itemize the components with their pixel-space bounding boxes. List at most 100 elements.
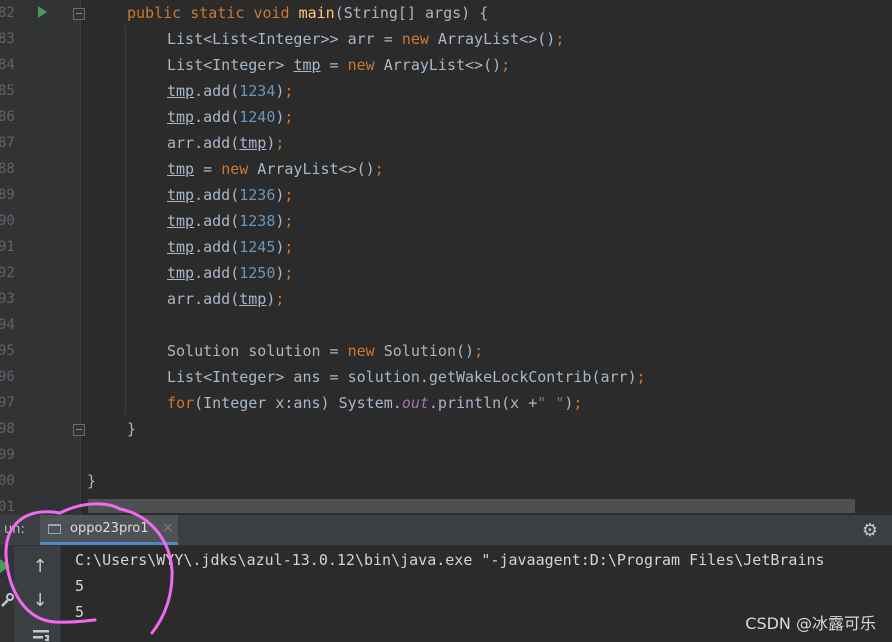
console-icon: [48, 524, 61, 534]
line-number: 98: [0, 421, 15, 437]
line-number: 85: [0, 83, 15, 99]
semicolon: ;: [636, 368, 646, 386]
code-text: List<Integer>: [167, 56, 294, 74]
code-line[interactable]: tmp.add(1234);: [167, 78, 293, 104]
keyword: public: [127, 4, 182, 22]
code-text: =: [194, 160, 222, 178]
fold-icon[interactable]: [73, 8, 85, 20]
run-config-tab[interactable]: oppo23pro1 ×: [40, 515, 178, 545]
code-text: Solution(): [374, 342, 475, 360]
gear-icon[interactable]: ⚙: [862, 520, 878, 541]
line-number: 87: [0, 135, 15, 151]
semicolon: ;: [275, 134, 285, 152]
line-number: 83: [0, 31, 15, 47]
code-line[interactable]: Solution solution = new Solution();: [167, 338, 483, 364]
code-line[interactable]: tmp = new ArrayList<>();: [167, 156, 384, 182]
code-text: ArrayList<>(): [374, 56, 502, 74]
code-text: List<List<Integer>> arr =: [167, 30, 402, 48]
number-literal: 1238: [239, 212, 276, 230]
code-line[interactable]: }: [127, 416, 136, 442]
semicolon: ;: [284, 212, 294, 230]
string-literal: " ": [537, 394, 565, 412]
run-main-icon[interactable]: [38, 6, 47, 18]
line-number: 95: [0, 343, 15, 359]
semicolon: ;: [374, 160, 384, 178]
code-text: .println(x +: [428, 394, 538, 412]
watermark: CSDN @冰露可乐: [745, 614, 876, 633]
code-line[interactable]: tmp.add(1238);: [167, 208, 293, 234]
code-text: arr.add(: [167, 134, 240, 152]
code-text: =: [320, 56, 348, 74]
code-line[interactable]: tmp.add(1236);: [167, 182, 293, 208]
horizontal-scrollbar[interactable]: [88, 499, 855, 513]
code-text: .add(: [194, 212, 240, 230]
line-number: 84: [0, 57, 15, 73]
variable-tmp: tmp: [239, 134, 267, 152]
closing-brace: }: [87, 472, 97, 490]
line-number: 82: [0, 5, 15, 21]
code-line[interactable]: tmp.add(1240);: [167, 104, 293, 130]
line-number: 91: [0, 239, 15, 255]
code-text: Solution solution =: [167, 342, 348, 360]
line-number: 99: [0, 447, 15, 463]
code-line[interactable]: }: [87, 468, 96, 494]
code-editor[interactable]: 82 83 84 85 86 87 88 89 90 91 92 93 94 9…: [0, 0, 892, 515]
wrench-icon[interactable]: [0, 592, 14, 608]
code-line[interactable]: List<Integer> tmp = new ArrayList<>();: [167, 52, 510, 78]
line-number: 86: [0, 109, 15, 125]
semicolon: ;: [284, 82, 294, 100]
semicolon: ;: [284, 186, 294, 204]
number-literal: 1250: [239, 264, 276, 282]
console-output-line: 5: [75, 603, 85, 621]
variable-tmp: tmp: [167, 82, 195, 100]
code-line[interactable]: public static void main(String[] args) {: [127, 0, 488, 26]
run-label: un:: [4, 522, 25, 537]
semicolon: ;: [573, 394, 583, 412]
variable-tmp: tmp: [167, 160, 195, 178]
semicolon: ;: [284, 238, 294, 256]
keyword: new: [221, 160, 249, 178]
variable-tmp: tmp: [293, 56, 321, 74]
semicolon: ;: [275, 290, 285, 308]
code-line[interactable]: tmp.add(1250);: [167, 260, 293, 286]
line-number: 96: [0, 369, 15, 385]
scroll-up-icon[interactable]: ↑: [28, 555, 52, 579]
code-line[interactable]: List<List<Integer>> arr = new ArrayList<…: [167, 26, 564, 52]
scroll-down-icon[interactable]: ↓: [28, 589, 52, 613]
number-literal: 1236: [239, 186, 276, 204]
code-line[interactable]: List<Integer> ans = solution.getWakeLock…: [167, 364, 646, 390]
code-text: (String[] args) {: [334, 4, 489, 22]
tab-label: oppo23pro1: [70, 521, 149, 536]
run-side-toolbar: ↑ ↓: [0, 546, 61, 642]
console-output-line: 5: [75, 577, 85, 595]
line-number: 92: [0, 265, 15, 281]
variable-tmp: tmp: [167, 264, 195, 282]
console-command-line: C:\Users\WYY\.jdks\azul-13.0.12\bin\java…: [75, 551, 825, 569]
code-line[interactable]: tmp.add(1245);: [167, 234, 293, 260]
keyword: new: [401, 30, 429, 48]
rerun-icon[interactable]: [0, 559, 10, 573]
code-text: List<Integer> ans = solution.getWakeLock…: [167, 368, 637, 386]
variable-tmp: tmp: [167, 238, 195, 256]
run-tool-window: un: oppo23pro1 × ⚙ ↑ ↓ C:\Users\WYY\.jdk…: [0, 515, 892, 642]
run-tab-bar: un: oppo23pro1 × ⚙: [0, 515, 892, 546]
fold-icon[interactable]: [73, 424, 85, 436]
code-line[interactable]: for(Integer x:ans) System.out.println(x …: [167, 390, 582, 416]
close-icon[interactable]: ×: [162, 520, 174, 536]
code-text: .add(: [194, 108, 240, 126]
line-number: 01: [0, 499, 15, 515]
line-number: 89: [0, 187, 15, 203]
code-line[interactable]: arr.add(tmp);: [167, 130, 284, 156]
variable-tmp: tmp: [167, 108, 195, 126]
line-number: 00: [0, 473, 15, 489]
soft-wrap-icon[interactable]: [31, 624, 51, 642]
keyword: static: [190, 4, 245, 22]
code-line[interactable]: arr.add(tmp);: [167, 286, 284, 312]
line-number: 94: [0, 317, 15, 333]
code-text: .add(: [194, 238, 240, 256]
number-literal: 1234: [239, 82, 276, 100]
number-literal: 1240: [239, 108, 276, 126]
semicolon: ;: [474, 342, 484, 360]
method-name: main: [298, 4, 335, 22]
code-text: .add(: [194, 82, 240, 100]
